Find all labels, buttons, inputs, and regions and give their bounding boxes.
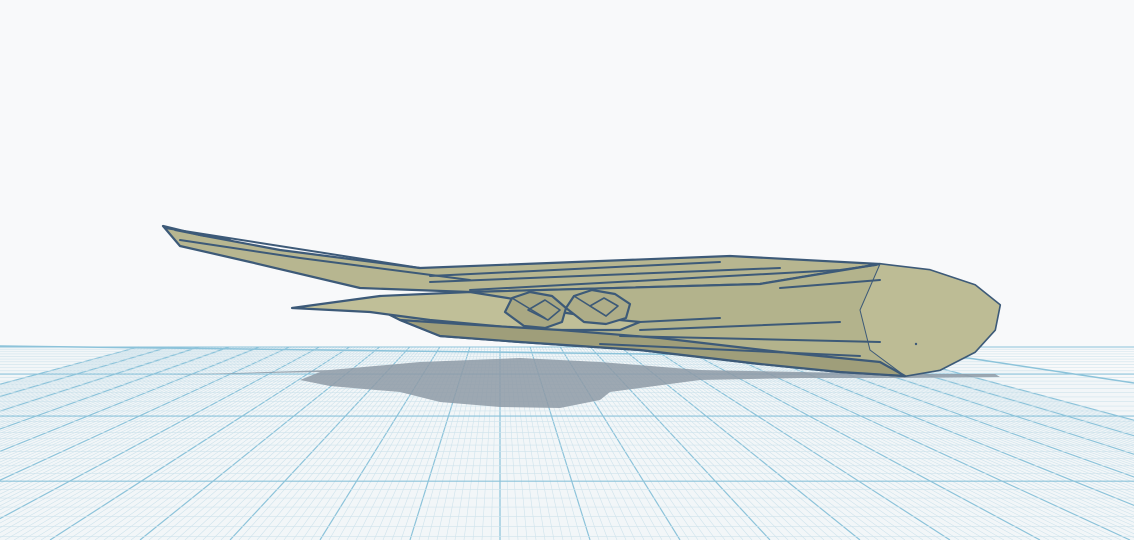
3d-viewport[interactable] xyxy=(0,0,1134,540)
nose-detail xyxy=(914,342,918,346)
